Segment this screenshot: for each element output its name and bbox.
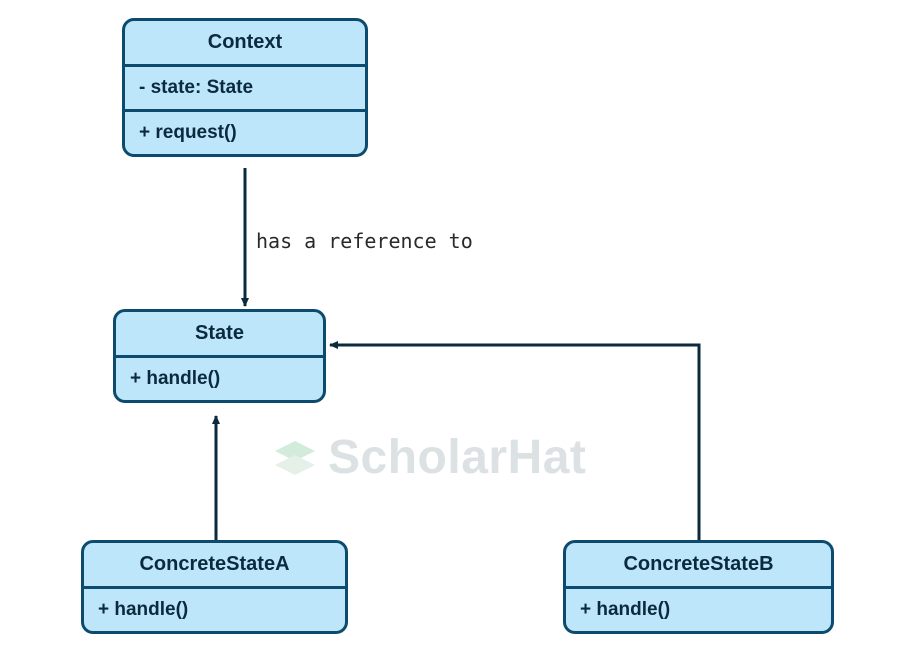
uml-class-method: + handle() [116, 355, 323, 400]
uml-class-method: + request() [125, 109, 365, 154]
uml-class-concrete-state-a: ConcreteStateA + handle() [81, 540, 348, 634]
uml-class-title: Context [125, 21, 365, 64]
uml-class-title: ConcreteStateA [84, 543, 345, 586]
watermark-text: ScholarHat [328, 430, 586, 485]
uml-class-attribute: - state: State [125, 64, 365, 109]
uml-class-title: State [116, 312, 323, 355]
uml-class-context: Context - state: State + request() [122, 18, 368, 157]
uml-class-method: + handle() [84, 586, 345, 631]
uml-class-title: ConcreteStateB [566, 543, 831, 586]
watermark-logo: ScholarHat [270, 430, 586, 485]
uml-class-state: State + handle() [113, 309, 326, 403]
uml-class-concrete-state-b: ConcreteStateB + handle() [563, 540, 834, 634]
scholarhat-icon [270, 433, 320, 483]
uml-class-method: + handle() [566, 586, 831, 631]
edge-label-has-reference: has a reference to [256, 229, 473, 253]
